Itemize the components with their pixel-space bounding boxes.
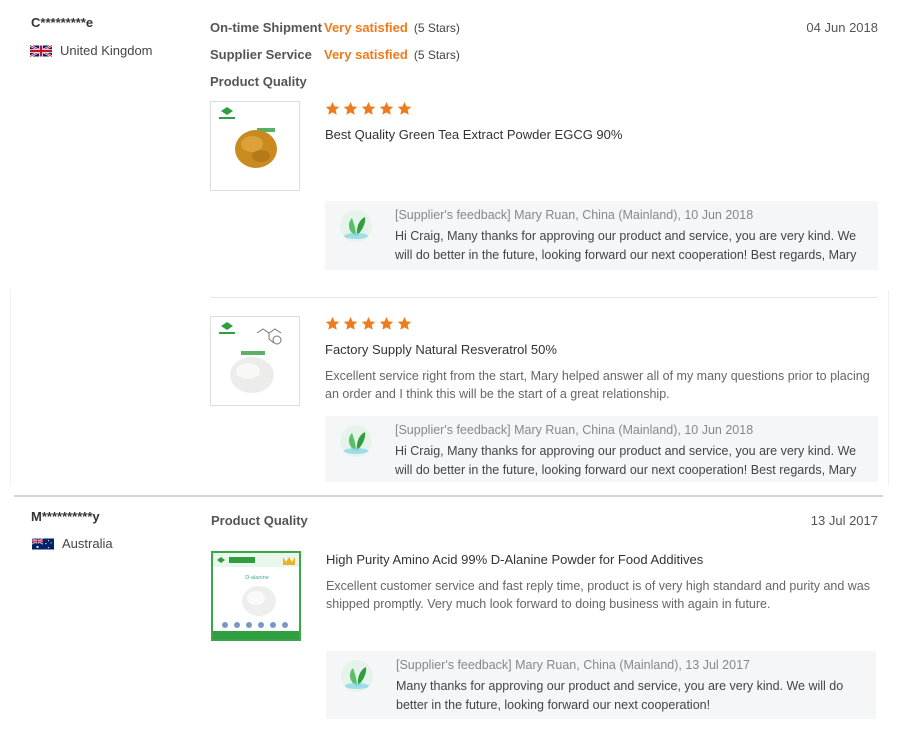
section-edge-line xyxy=(888,290,889,485)
product-quality-label: Product Quality xyxy=(210,74,307,89)
rating-value: Very satisfied xyxy=(324,20,408,35)
resveratrol-powder-image xyxy=(219,322,282,393)
review-text: Excellent service right from the start, … xyxy=(325,369,870,401)
feedback-header: [Supplier's feedback] Mary Ruan, China (… xyxy=(395,208,754,222)
rating-value: Very satisfied xyxy=(324,47,408,62)
star-icon xyxy=(397,101,412,115)
australia-flag-icon xyxy=(32,537,54,549)
product-title[interactable]: Factory Supply Natural Resveratrol 50% xyxy=(325,342,557,357)
section-edge-line xyxy=(10,290,11,485)
supplier-avatar-icon xyxy=(340,425,372,457)
rating-supplier-service: Supplier Service Very satisfied (5 Stars… xyxy=(210,47,460,62)
feedback-body: Hi Craig, Many thanks for approving our … xyxy=(395,444,857,477)
star-icon xyxy=(325,316,340,330)
star-icon xyxy=(325,101,340,115)
product-rating-stars xyxy=(325,101,412,116)
star-icon xyxy=(379,101,394,115)
product-title[interactable]: Best Quality Green Tea Extract Powder EG… xyxy=(325,127,622,142)
product-divider xyxy=(210,297,878,298)
star-icon xyxy=(361,316,376,330)
rating-label: On-time Shipment xyxy=(210,20,322,35)
rating-stars-text: (5 Stars) xyxy=(413,48,460,62)
supplier-feedback: [Supplier's feedback] Mary Ruan, China (… xyxy=(325,201,878,270)
review-text: Excellent customer service and fast repl… xyxy=(326,579,871,611)
product-image[interactable]: D-alanine xyxy=(211,551,301,641)
review-date: 04 Jun 2018 xyxy=(806,20,878,35)
star-icon xyxy=(379,316,394,330)
feedback-header: [Supplier's feedback] Mary Ruan, China (… xyxy=(395,423,754,437)
uk-flag-icon xyxy=(30,44,52,57)
review-card: C*********e United Kingdom 04 Jun 2018 O… xyxy=(0,0,900,490)
star-icon xyxy=(361,101,376,115)
star-icon xyxy=(343,316,358,330)
supplier-avatar-icon xyxy=(340,210,372,242)
product-title[interactable]: High Purity Amino Acid 99% D-Alanine Pow… xyxy=(326,552,703,567)
supplier-feedback: [Supplier's feedback] Mary Ruan, China (… xyxy=(325,416,878,482)
feedback-header: [Supplier's feedback] Mary Ruan, China (… xyxy=(396,658,750,672)
feedback-body: Hi Craig, Many thanks for approving our … xyxy=(395,229,857,262)
reviewer-name: C*********e xyxy=(31,15,94,30)
feedback-body: Many thanks for approving our product an… xyxy=(396,679,844,712)
supplier-avatar-icon xyxy=(341,660,373,692)
product-image[interactable] xyxy=(210,316,300,406)
rating-on-time-shipment: On-time Shipment Very satisfied (5 Stars… xyxy=(210,20,460,35)
green-tea-powder-image xyxy=(219,107,277,168)
country-name: Australia xyxy=(62,536,113,551)
review-card: M**********y Australia 13 Jul 2017 Produ… xyxy=(0,497,900,745)
product-rating-stars xyxy=(325,316,412,331)
star-icon xyxy=(343,101,358,115)
reviewer-country: United Kingdom xyxy=(30,43,153,58)
review-date: 13 Jul 2017 xyxy=(810,513,878,528)
country-name: United Kingdom xyxy=(60,43,153,58)
star-icon xyxy=(397,316,412,330)
image-caption: D-alanine xyxy=(245,575,269,581)
product-image[interactable] xyxy=(210,101,300,191)
product-quality-label: Product Quality xyxy=(211,513,308,528)
supplier-feedback: [Supplier's feedback] Mary Ruan, China (… xyxy=(326,651,876,719)
reviewer-country: Australia xyxy=(32,536,113,551)
reviewer-name: M**********y xyxy=(31,509,100,524)
rating-label: Supplier Service xyxy=(210,47,312,62)
rating-stars-text: (5 Stars) xyxy=(413,21,460,35)
d-alanine-powder-image: D-alanine xyxy=(213,553,299,639)
